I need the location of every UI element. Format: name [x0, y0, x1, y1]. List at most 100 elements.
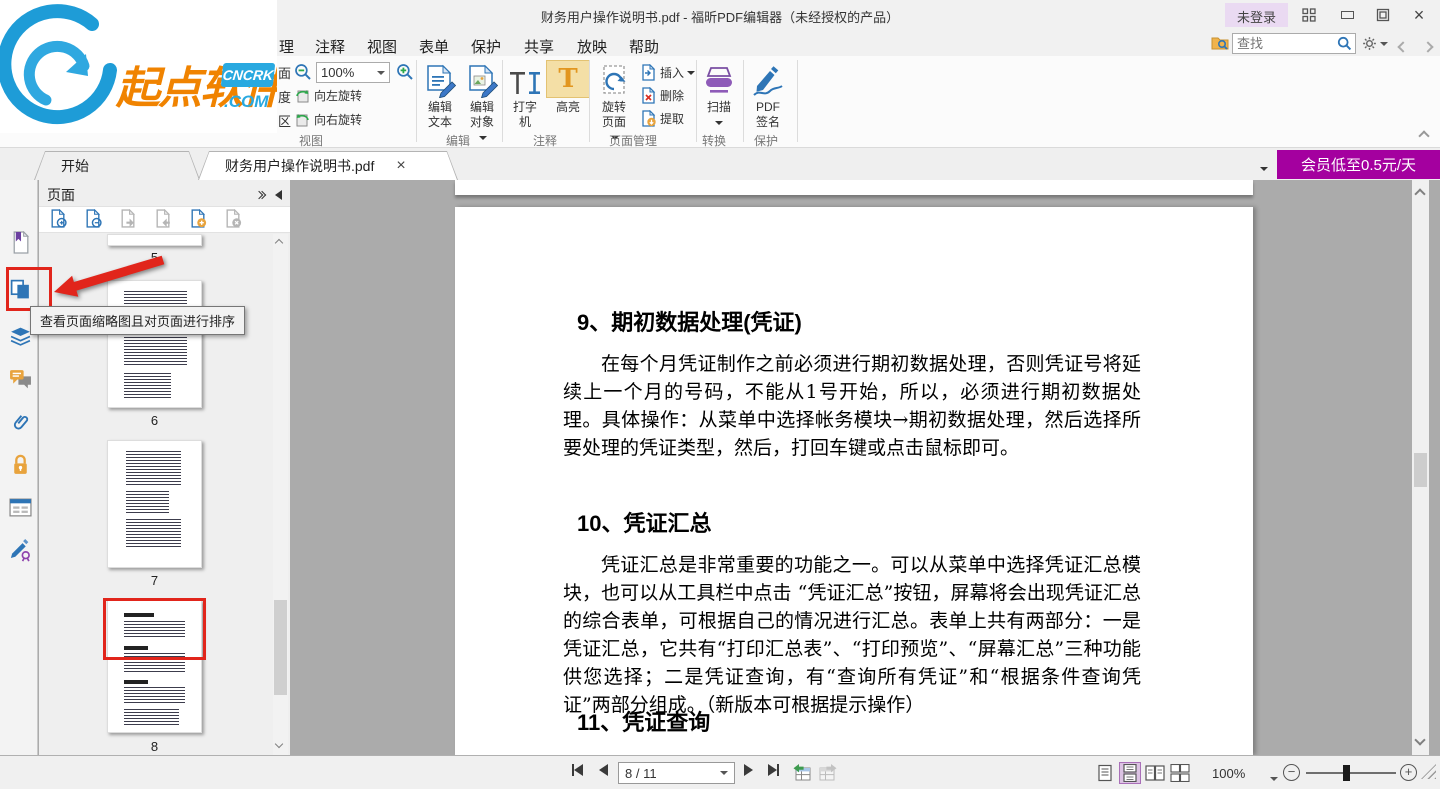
- last-page-button[interactable]: [768, 764, 779, 776]
- delete-page-panel-icon[interactable]: [224, 209, 242, 231]
- fit-visible-partial[interactable]: 区: [278, 111, 291, 130]
- ribbon-separator: [797, 60, 798, 142]
- highlight-button[interactable]: T 高亮: [546, 60, 590, 115]
- facing-view-icon[interactable]: [1144, 762, 1166, 784]
- edit-text-button[interactable]: 编辑文本: [418, 60, 462, 130]
- move-page-down-icon[interactable]: [154, 209, 172, 231]
- reduce-thumbnails-icon[interactable]: [84, 209, 102, 231]
- thumbnail-number-8: 8: [107, 739, 202, 754]
- tab-start-label: 开始: [61, 156, 89, 176]
- tab-list-dropdown-icon[interactable]: [1260, 160, 1268, 175]
- pdf-page-7-bottom: [455, 180, 1253, 195]
- panel-expand-icon[interactable]: [256, 192, 265, 198]
- thumbnail-page-7[interactable]: [107, 440, 202, 568]
- panel-collapse-icon[interactable]: [275, 190, 282, 200]
- collapse-ribbon-icon[interactable]: [1420, 128, 1428, 143]
- doc-section-10-heading: 10、凭证汇总: [577, 506, 711, 538]
- extract-page-button[interactable]: 提取: [640, 110, 684, 127]
- comments-icon[interactable]: [7, 366, 33, 392]
- pdf-sign-icon: [745, 60, 791, 98]
- pages-panel-scrollbar[interactable]: [273, 234, 288, 755]
- previous-page-button[interactable]: [599, 764, 608, 776]
- zoom-out-icon[interactable]: [294, 63, 312, 84]
- main-area: 页面 5: [0, 180, 1440, 755]
- move-page-up-icon[interactable]: [119, 209, 137, 231]
- ribbon-separator: [502, 60, 503, 142]
- zoom-in-icon[interactable]: [396, 63, 414, 84]
- tab-start[interactable]: 开始: [34, 151, 200, 180]
- document-scrollbar-thumb[interactable]: [1414, 453, 1427, 487]
- thumbnail-page-5[interactable]: [107, 234, 202, 246]
- rotate-pages-icon: [591, 60, 637, 98]
- membership-promo-banner[interactable]: 会员低至0.5元/天: [1277, 150, 1440, 179]
- ribbon-separator: [743, 60, 744, 142]
- find-previous-icon[interactable]: [1399, 39, 1407, 54]
- typewriter-label: 打字机: [510, 100, 540, 130]
- close-icon[interactable]: ×: [1406, 4, 1432, 26]
- zoom-slider-handle[interactable]: [1343, 765, 1350, 781]
- continuous-facing-view-icon[interactable]: [1169, 762, 1191, 784]
- document-view-area: 9、期初数据处理(凭证) 在每个月凭证制作之前必须进行期初数据处理，否则凭证号将…: [291, 180, 1412, 755]
- scan-label: 扫描: [697, 100, 741, 130]
- fit-page-partial[interactable]: 面: [278, 63, 291, 82]
- doc-section-9-body: 在每个月凭证制作之前必须进行期初数据处理，否则凭证号将延续上一个月的号码，不能从…: [563, 350, 1141, 462]
- foxit-pdf-editor-window: 财务用户操作说明书.pdf - 福昕PDF编辑器（未经授权的产品） 未登录 × …: [0, 0, 1440, 789]
- zoom-in-circle-icon[interactable]: +: [1400, 764, 1417, 781]
- zoom-slider-track[interactable]: [1306, 772, 1396, 774]
- login-status-button[interactable]: 未登录: [1225, 3, 1288, 27]
- security-icon[interactable]: [7, 452, 33, 478]
- delete-page-label: 删除: [660, 87, 684, 104]
- scan-button[interactable]: 扫描: [697, 60, 741, 130]
- search-folder-icon[interactable]: [1211, 35, 1230, 54]
- fit-width-partial[interactable]: 度: [278, 87, 291, 106]
- search-input[interactable]: [1233, 36, 1337, 51]
- status-zoom-dropdown-icon[interactable]: [1270, 770, 1278, 785]
- page-number-combo[interactable]: 8 / 11: [618, 762, 735, 784]
- thumbnail-number-6: 6: [107, 413, 202, 428]
- rotate-left-button[interactable]: 向左旋转: [294, 87, 362, 104]
- resize-grip[interactable]: [1421, 764, 1436, 779]
- search-magnifier-icon[interactable]: [1337, 36, 1355, 51]
- previous-view-icon[interactable]: [792, 763, 812, 782]
- pages-panel-scrollbar-thumb[interactable]: [274, 600, 287, 695]
- edit-text-label: 编辑文本: [424, 100, 456, 130]
- bookmarks-icon[interactable]: [7, 229, 33, 255]
- tab-close-icon[interactable]: ×: [396, 158, 405, 174]
- enlarge-thumbnails-icon[interactable]: [49, 209, 67, 231]
- restore-icon[interactable]: [1370, 4, 1396, 26]
- delete-page-button[interactable]: 删除: [640, 87, 684, 104]
- zoom-level-combo[interactable]: 100%: [316, 62, 390, 83]
- continuous-view-icon[interactable]: [1119, 762, 1141, 784]
- minimize-icon[interactable]: [1334, 4, 1360, 26]
- search-settings-gear-icon[interactable]: [1362, 36, 1388, 51]
- document-scrollbar[interactable]: [1412, 180, 1429, 755]
- edit-text-icon: [418, 60, 462, 98]
- typewriter-button[interactable]: 打字机: [504, 60, 546, 130]
- rotate-left-label: 向左旋转: [314, 87, 362, 104]
- layout-grid-icon[interactable]: [1296, 4, 1322, 26]
- attachments-icon[interactable]: [7, 409, 33, 435]
- thumbnail-page-8[interactable]: [107, 600, 202, 733]
- cncrk-logo-swirl-icon: [0, 2, 120, 133]
- search-input-box[interactable]: [1232, 33, 1356, 54]
- status-zoom-value: 100%: [1212, 766, 1245, 781]
- rotate-right-button[interactable]: 向右旋转: [294, 111, 362, 128]
- single-page-view-icon[interactable]: [1094, 762, 1116, 784]
- cncrk-badge: CNCRK: [221, 63, 276, 87]
- pages-panel-toolbar: [39, 206, 290, 233]
- pdf-sign-button[interactable]: PDF签名: [745, 60, 791, 130]
- first-page-button[interactable]: [572, 764, 583, 776]
- digital-signatures-icon[interactable]: [7, 537, 33, 563]
- next-page-button[interactable]: [744, 764, 753, 776]
- cncrk-watermark-overlay: 起点软件 CNCRK .COM: [0, 0, 277, 133]
- doc-section-9-heading: 9、期初数据处理(凭证): [577, 305, 802, 337]
- next-view-icon[interactable]: [818, 763, 838, 782]
- tab-document[interactable]: 财务用户操作说明书.pdf ×: [198, 151, 458, 180]
- insert-page-button[interactable]: 插入: [640, 64, 695, 81]
- form-fields-icon[interactable]: [7, 494, 33, 520]
- find-next-icon[interactable]: [1424, 39, 1432, 54]
- tab-document-label: 财务用户操作说明书.pdf: [225, 156, 374, 176]
- thumbnail-number-7: 7: [107, 573, 202, 588]
- zoom-out-circle-icon[interactable]: −: [1283, 764, 1300, 781]
- insert-page-panel-icon[interactable]: [189, 209, 207, 231]
